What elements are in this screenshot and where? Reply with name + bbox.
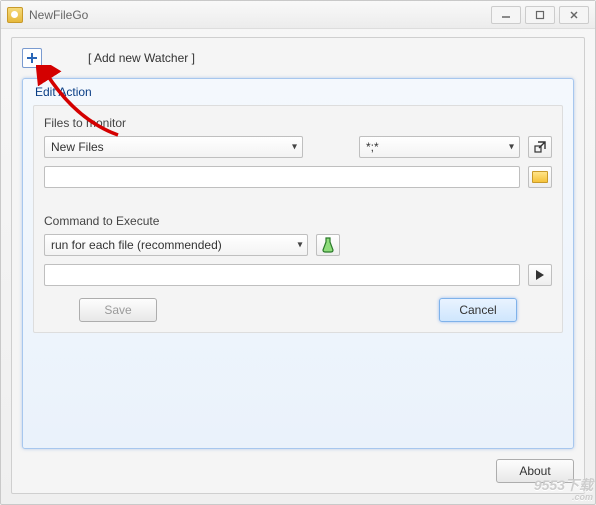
add-watcher-button[interactable]	[22, 48, 42, 68]
chevron-down-icon: ▾	[509, 142, 514, 153]
files-row-1: New Files ▾ *;* ▾	[44, 136, 552, 158]
maximize-icon	[535, 10, 545, 20]
expand-icon	[534, 141, 546, 153]
edit-action-inner: Files to monitor New Files ▾ *;* ▾	[33, 105, 563, 333]
close-icon	[569, 10, 579, 20]
about-button-label: About	[519, 464, 550, 478]
run-command-button[interactable]	[528, 264, 552, 286]
files-section-title: Files to monitor	[44, 116, 552, 130]
file-type-combo[interactable]: New Files ▾	[44, 136, 303, 158]
main-panel: [ Add new Watcher ] Edit Action Files to…	[11, 37, 585, 494]
edit-buttons-row: Save Cancel	[44, 298, 552, 322]
test-command-button[interactable]	[316, 234, 340, 256]
file-type-combo-value: New Files	[51, 140, 104, 154]
client-area: [ Add new Watcher ] Edit Action Files to…	[1, 29, 595, 504]
edit-action-group: Edit Action Files to monitor New Files ▾…	[22, 78, 574, 449]
run-mode-combo-value: run for each file (recommended)	[51, 238, 222, 252]
add-watcher-label: [ Add new Watcher ]	[88, 51, 195, 65]
minimize-icon	[501, 10, 511, 20]
play-icon	[536, 270, 544, 280]
files-row-2	[44, 166, 552, 188]
chevron-down-icon: ▾	[292, 142, 297, 153]
edit-action-legend: Edit Action	[33, 85, 563, 99]
app-icon	[7, 7, 23, 23]
save-button[interactable]: Save	[79, 298, 157, 322]
file-filter-combo[interactable]: *;* ▾	[359, 136, 520, 158]
app-window: NewFileGo [ Add new	[0, 0, 596, 505]
about-button[interactable]: About	[496, 459, 574, 483]
cancel-button[interactable]: Cancel	[439, 298, 517, 322]
maximize-button[interactable]	[525, 6, 555, 24]
footer-row: About	[22, 459, 574, 483]
monitor-path-input[interactable]	[44, 166, 520, 188]
expand-filter-button[interactable]	[528, 136, 552, 158]
window-title: NewFileGo	[29, 8, 88, 22]
add-watcher-row: [ Add new Watcher ]	[22, 48, 574, 68]
command-input[interactable]	[44, 264, 520, 286]
file-filter-combo-value: *;*	[366, 140, 379, 154]
browse-folder-button[interactable]	[528, 166, 552, 188]
command-section-title: Command to Execute	[44, 214, 552, 228]
minimize-button[interactable]	[491, 6, 521, 24]
cancel-button-label: Cancel	[459, 303, 496, 317]
save-button-label: Save	[104, 303, 131, 317]
folder-icon	[532, 171, 548, 183]
chevron-down-icon: ▾	[297, 240, 302, 251]
flask-icon	[321, 237, 335, 253]
window-controls	[491, 6, 589, 24]
run-mode-combo[interactable]: run for each file (recommended) ▾	[44, 234, 308, 256]
command-row-2	[44, 264, 552, 286]
command-row-1: run for each file (recommended) ▾	[44, 234, 552, 256]
plus-icon	[26, 52, 38, 64]
close-button[interactable]	[559, 6, 589, 24]
title-bar: NewFileGo	[1, 1, 595, 29]
